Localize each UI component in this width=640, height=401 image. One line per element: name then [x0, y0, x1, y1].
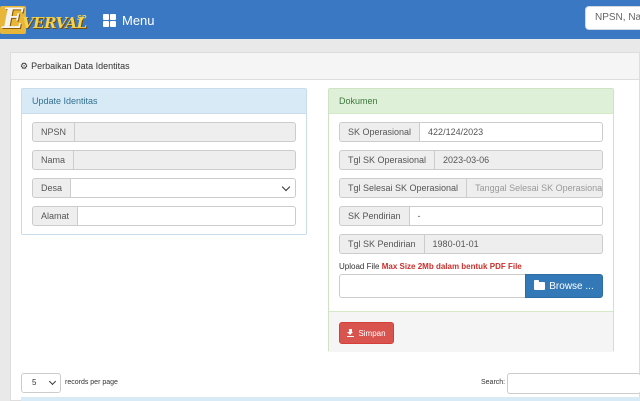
tgl-sk-operasional-input[interactable]: 2023-03-06 [435, 150, 603, 170]
everval-logo[interactable]: E VERVAL SP [0, 2, 98, 35]
chevron-down-icon [48, 377, 57, 386]
dokumen-panel: Dokumen SK Operasional 422/124/2023 Tgl … [328, 88, 614, 352]
tgl-sk-pendirian-label: Tgl SK Pendirian [339, 234, 425, 254]
update-identitas-title: Update Identitas [22, 89, 306, 114]
sk-operasional-label: SK Operasional [339, 122, 421, 142]
table-header-strip [21, 397, 640, 401]
upload-size-warning: Max Size 2Mb dalam bentuk PDF File [381, 262, 522, 271]
update-identitas-panel: Update Identitas NPSN Nama Desa Alamat [21, 88, 307, 235]
panel-heading: ⚙ Perbaikan Data Identitas [11, 53, 639, 80]
records-per-page-value: 5 [32, 378, 37, 387]
sk-pendirian-input[interactable]: - [409, 206, 603, 226]
tgl-selesai-sk-label: Tgl Selesai SK Operasional [339, 178, 468, 198]
dokumen-divider [329, 311, 613, 312]
top-navbar: E VERVAL SP Menu NPSN, Nama [0, 0, 640, 39]
main-panel: ⚙ Perbaikan Data Identitas Update Identi… [10, 52, 640, 401]
sk-pendirian-field: SK Pendirian - [339, 206, 603, 226]
tgl-selesai-sk-field: Tgl Selesai SK Operasional Tanggal Seles… [339, 178, 603, 198]
nama-field: Nama [32, 150, 296, 170]
upload-file-label: Upload File Max Size 2Mb dalam bentuk PD… [339, 262, 522, 271]
tgl-sk-pendirian-input[interactable]: 1980-01-01 [424, 234, 603, 254]
alamat-field: Alamat [32, 206, 296, 226]
alamat-label: Alamat [32, 206, 79, 226]
sk-operasional-input[interactable]: 422/124/2023 [420, 122, 603, 142]
sk-pendirian-label: SK Pendirian [339, 206, 410, 226]
records-per-page-select[interactable]: 5 [21, 373, 61, 393]
save-label: Simpan [358, 328, 386, 338]
browse-label: Browse ... [549, 280, 594, 292]
chevron-down-icon [281, 182, 291, 192]
page-title: Perbaikan Data Identitas [31, 61, 130, 71]
npsn-field: NPSN [32, 122, 296, 142]
table-search-label: Search: [481, 379, 506, 386]
desa-label: Desa [32, 178, 72, 198]
records-per-page-label: records per page [65, 379, 118, 386]
grid-icon [103, 13, 116, 27]
menu-button[interactable]: Menu [103, 12, 155, 28]
navbar-search-input[interactable]: NPSN, Nama [585, 6, 640, 30]
sk-operasional-field: SK Operasional 422/124/2023 [339, 122, 603, 142]
browse-button[interactable]: Browse ... [525, 274, 603, 298]
desa-select[interactable] [71, 178, 296, 198]
download-icon [347, 329, 355, 337]
tgl-sk-operasional-field: Tgl SK Operasional 2023-03-06 [339, 150, 603, 170]
tgl-selesai-sk-input[interactable]: Tanggal Selesai SK Operasional... [467, 178, 603, 198]
gear-icon: ⚙ [20, 60, 29, 71]
table-search-input[interactable] [507, 373, 640, 394]
save-button[interactable]: Simpan [339, 322, 394, 344]
folder-open-icon [534, 280, 546, 290]
dokumen-title: Dokumen [329, 89, 613, 114]
menu-label: Menu [122, 12, 155, 28]
tgl-sk-operasional-label: Tgl SK Operasional [339, 150, 436, 170]
desa-field: Desa [32, 178, 296, 198]
nama-label: Nama [32, 150, 75, 170]
alamat-input[interactable] [78, 206, 296, 226]
npsn-label: NPSN [32, 122, 76, 142]
npsn-input[interactable] [75, 122, 296, 142]
tgl-sk-pendirian-field: Tgl SK Pendirian 1980-01-01 [339, 234, 603, 254]
logo-sup: SP [77, 15, 87, 22]
logo-letter: E [2, 2, 24, 35]
nama-input[interactable] [74, 150, 296, 170]
upload-label-text: Upload File [339, 262, 380, 271]
file-path-input[interactable] [339, 274, 526, 298]
